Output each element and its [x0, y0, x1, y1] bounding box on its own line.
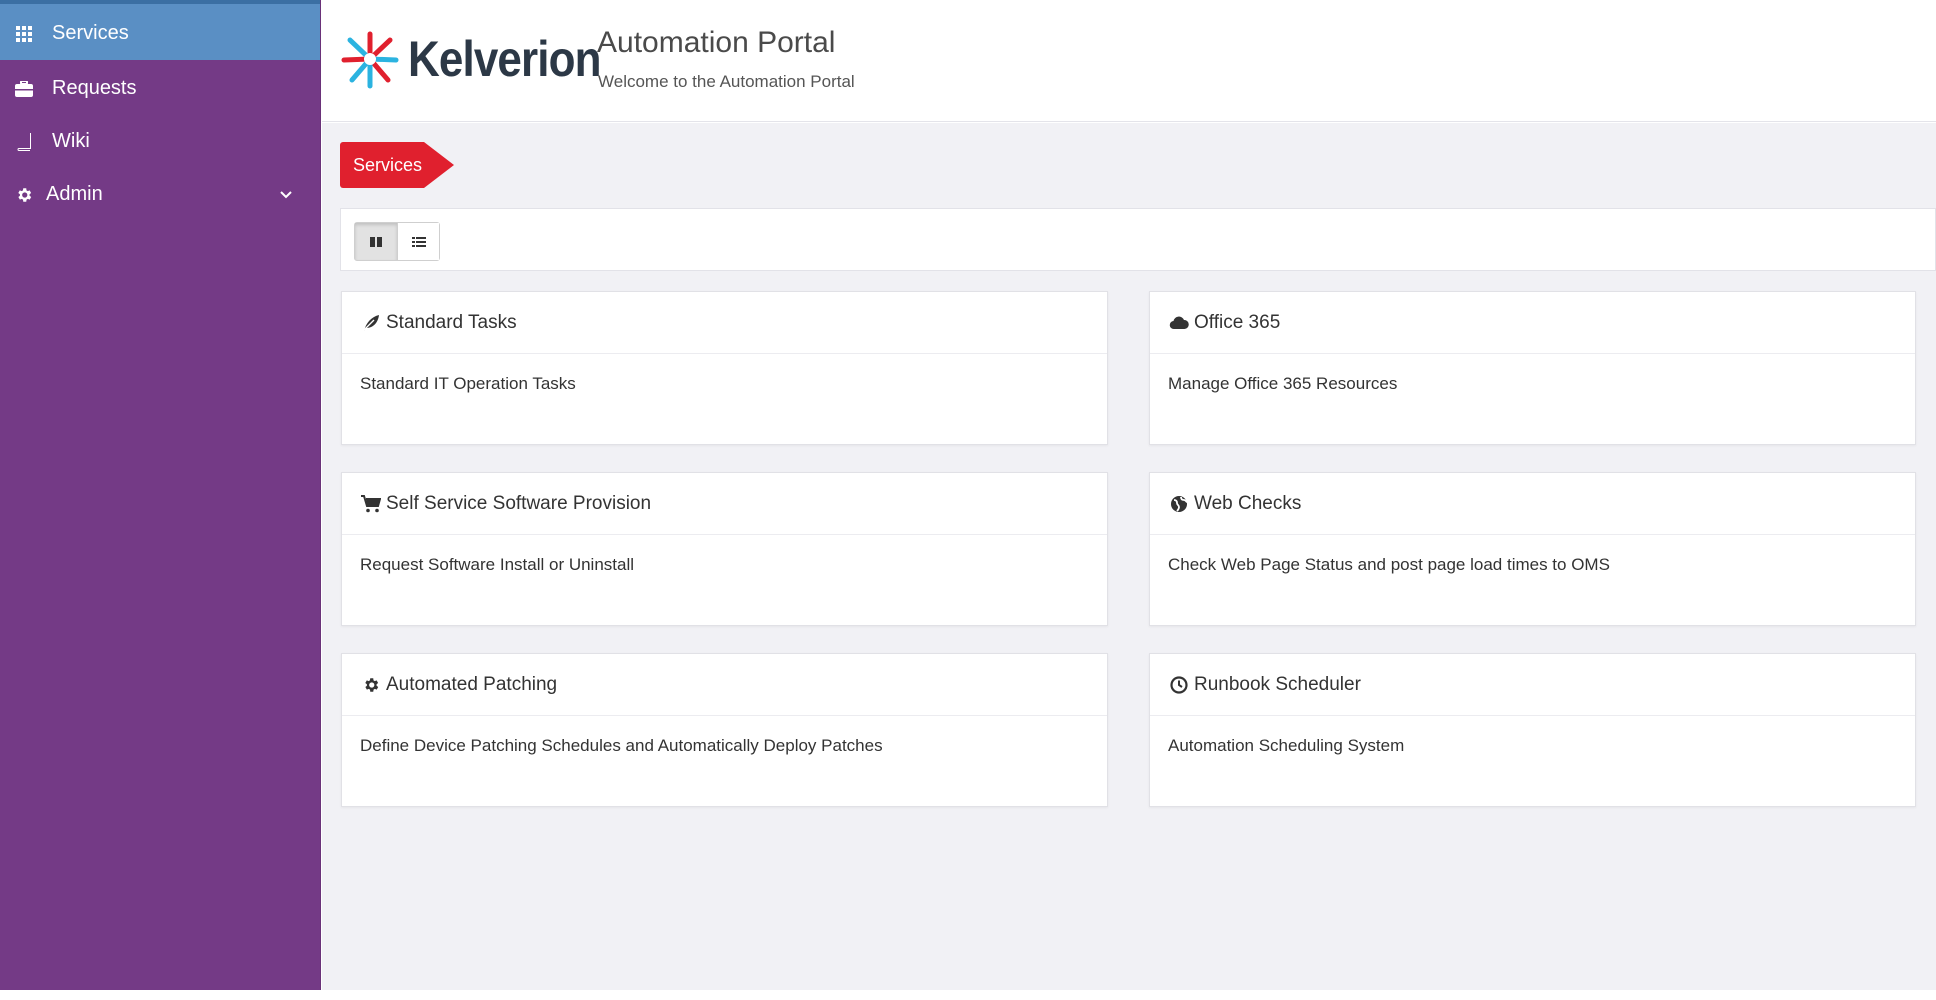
clock-icon [1168, 675, 1190, 695]
main-content: Services Standard Tasks Standard IT Oper… [322, 123, 1936, 990]
card-header: Runbook Scheduler [1150, 654, 1915, 716]
chevron-down-icon[interactable] [280, 186, 292, 204]
card-description: Check Web Page Status and post page load… [1168, 555, 1610, 574]
grid-icon [14, 24, 34, 44]
card-header: Web Checks [1150, 473, 1915, 535]
sidebar-item-requests[interactable]: Requests [0, 62, 320, 115]
briefcase-icon [14, 79, 34, 99]
grid-view-button[interactable] [355, 223, 397, 260]
card-header: Automated Patching [342, 654, 1107, 716]
service-card-office-365[interactable]: Office 365 Manage Office 365 Resources [1149, 291, 1916, 445]
sidebar: Services Requests Wiki Admin [0, 0, 321, 990]
card-title: Office 365 [1194, 311, 1281, 333]
sidebar-item-admin[interactable]: Admin [0, 168, 320, 221]
view-toggle-group [354, 222, 440, 261]
card-title: Runbook Scheduler [1194, 673, 1361, 695]
columns-icon [370, 236, 382, 247]
list-view-button[interactable] [397, 223, 439, 260]
sidebar-item-label: Services [52, 22, 129, 44]
card-header: Self Service Software Provision [342, 473, 1107, 535]
service-card-runbook-scheduler[interactable]: Runbook Scheduler Automation Scheduling … [1149, 653, 1916, 807]
card-title: Self Service Software Provision [386, 492, 652, 514]
card-title: Standard Tasks [386, 311, 517, 333]
sidebar-item-services[interactable]: Services [0, 0, 320, 60]
sidebar-item-label: Admin [46, 183, 103, 205]
breadcrumb-arrow [424, 142, 454, 188]
breadcrumb: Services [340, 142, 454, 188]
globe-icon [1168, 494, 1190, 514]
page-header: Kelverion Automation Portal Welcome to t… [322, 0, 1936, 122]
book-icon [14, 132, 34, 152]
gear-icon [14, 185, 34, 205]
service-card-self-service-software[interactable]: Self Service Software Provision Request … [341, 472, 1108, 626]
card-header: Standard Tasks [342, 292, 1107, 354]
service-card-automated-patching[interactable]: Automated Patching Define Device Patchin… [341, 653, 1108, 807]
list-icon [411, 236, 426, 247]
card-header: Office 365 [1150, 292, 1915, 354]
logo-text: Kelverion [408, 31, 601, 87]
sidebar-item-label: Wiki [52, 130, 90, 152]
kelverion-logo[interactable]: Kelverion [338, 26, 627, 92]
page-subtitle: Welcome to the Automation Portal [598, 72, 855, 91]
service-card-standard-tasks[interactable]: Standard Tasks Standard IT Operation Tas… [341, 291, 1108, 445]
card-title: Web Checks [1194, 492, 1302, 514]
card-description: Standard IT Operation Tasks [360, 374, 576, 393]
sidebar-item-label: Requests [52, 77, 137, 99]
card-description: Request Software Install or Uninstall [360, 555, 635, 574]
cart-icon [360, 494, 382, 514]
card-description: Automation Scheduling System [1168, 736, 1405, 755]
sidebar-item-wiki[interactable]: Wiki [0, 115, 320, 168]
view-toolbar [340, 208, 1936, 271]
card-title: Automated Patching [386, 673, 558, 695]
card-description: Manage Office 365 Resources [1168, 374, 1398, 393]
card-description: Define Device Patching Schedules and Aut… [360, 736, 883, 755]
service-card-web-checks[interactable]: Web Checks Check Web Page Status and pos… [1149, 472, 1916, 626]
breadcrumb-item-services[interactable]: Services [340, 142, 424, 188]
leaf-icon [360, 313, 382, 333]
page-title: Automation Portal [597, 26, 836, 59]
cloud-icon [1168, 313, 1190, 333]
logo-mark-icon [341, 31, 399, 89]
gear-icon [360, 675, 382, 695]
